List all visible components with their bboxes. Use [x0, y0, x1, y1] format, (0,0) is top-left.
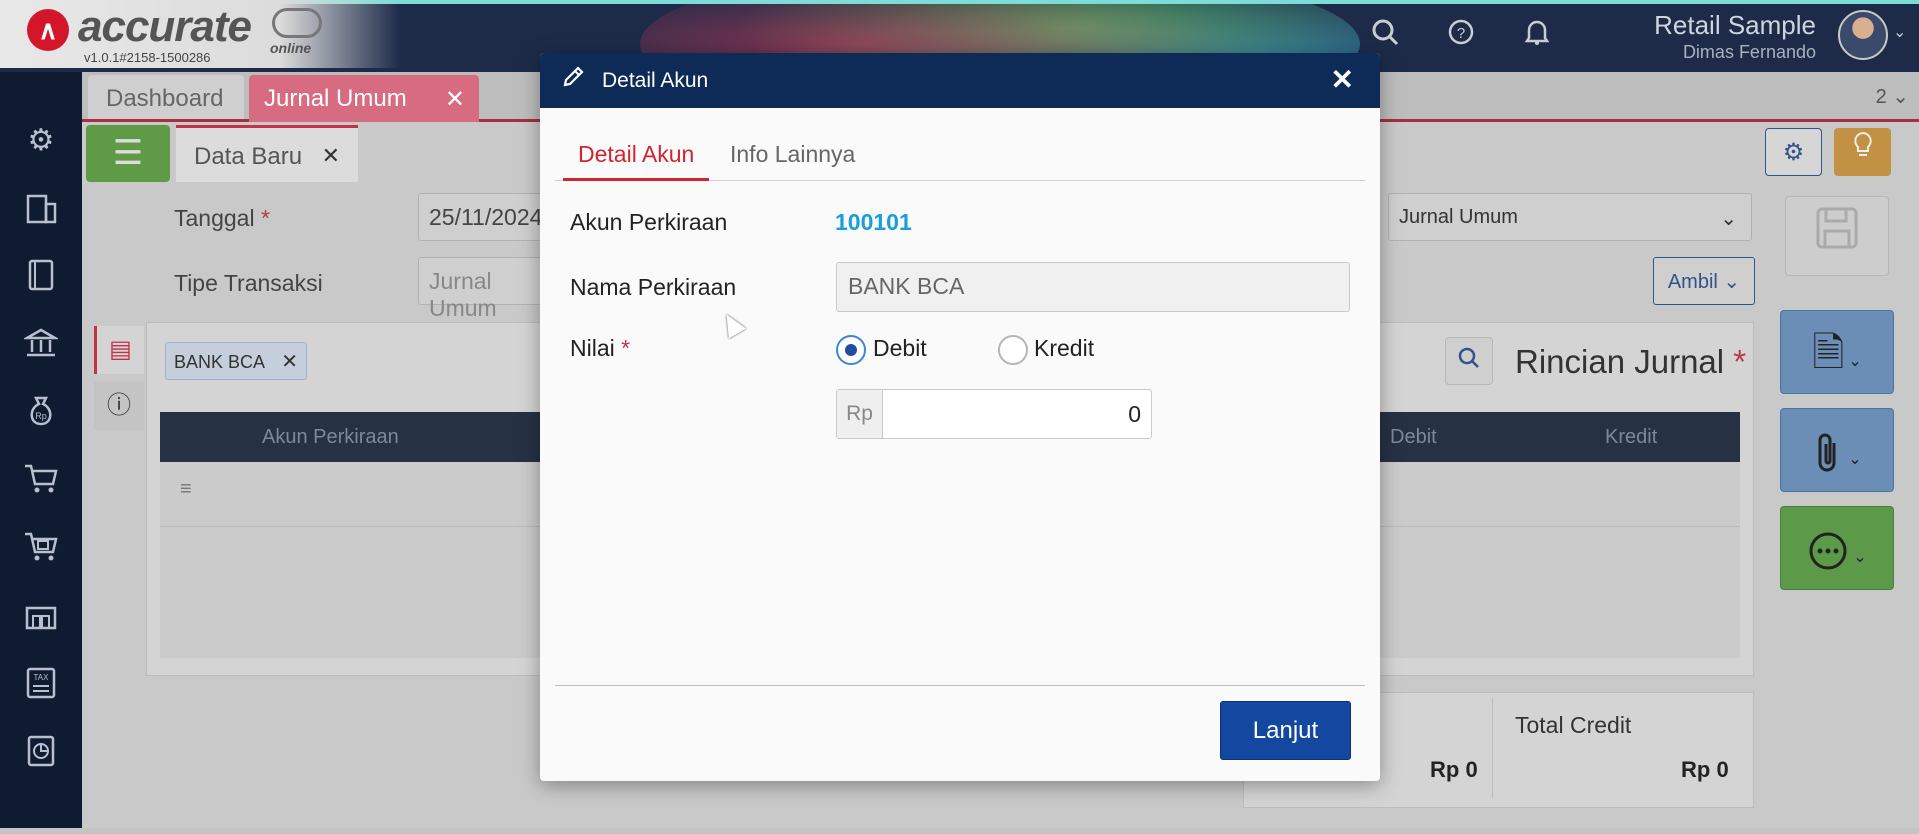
help-icon[interactable]: ? — [1446, 18, 1476, 48]
tax-icon[interactable]: TAX — [20, 666, 62, 708]
close-icon[interactable]: ✕ — [322, 143, 340, 169]
building-icon[interactable] — [20, 190, 62, 232]
book-icon[interactable] — [20, 258, 62, 300]
logo-text: accurate — [78, 2, 252, 51]
company-name[interactable]: Retail Sample — [1654, 10, 1816, 41]
detail-akun-modal: Detail Akun ✕ Detail Akun Info Lainnya A… — [540, 53, 1380, 781]
bell-icon[interactable] — [1522, 18, 1552, 48]
app-version: v1.0.1#2158-1500286 — [84, 50, 211, 65]
kredit-radio-label[interactable]: Kredit — [1034, 335, 1094, 362]
tipe-transaksi-label: Tipe Transaksi — [174, 270, 323, 296]
pencil-icon — [562, 64, 586, 95]
logo-mark-icon: ∧ — [27, 9, 69, 51]
close-icon[interactable]: ✕ — [1331, 63, 1354, 96]
panel-heading: Rincian Jurnal * — [1515, 343, 1747, 380]
subtab-label: Data Baru — [194, 143, 303, 170]
cloud-icon — [272, 8, 322, 38]
lanjut-button[interactable]: Lanjut — [1220, 701, 1351, 760]
list-button[interactable]: ☰ — [86, 125, 170, 182]
document-menu-button[interactable]: 🗎 ⌄ — [1780, 310, 1894, 394]
more-menu-button[interactable]: ⌄ — [1780, 506, 1894, 590]
tipe-transaksi-field[interactable]: Jurnal Umum — [418, 257, 548, 321]
svg-text:TAX: TAX — [34, 673, 50, 682]
tab-dashboard[interactable]: Dashboard — [88, 75, 244, 119]
total-credit-value: Rp 0 — [1681, 757, 1729, 782]
report-icon[interactable] — [20, 734, 62, 776]
info-icon[interactable]: ⓘ — [94, 382, 144, 430]
status-strip — [0, 828, 1919, 834]
logo-subtext: online — [270, 40, 312, 56]
tab-label: Dashboard — [106, 85, 224, 112]
divider — [1492, 698, 1493, 798]
debit-radio-label[interactable]: Debit — [873, 335, 927, 362]
lightbulb-icon[interactable] — [1834, 128, 1891, 176]
akun-perkiraan-label: Akun Perkiraan — [570, 209, 728, 235]
remove-chip-icon[interactable]: ✕ — [281, 349, 298, 374]
svg-text:Rp: Rp — [35, 411, 47, 421]
money-bag-icon[interactable]: Rp — [20, 394, 62, 436]
tab-info-lainnya[interactable]: Info Lainnya — [715, 138, 870, 181]
settings-icon[interactable]: ⚙ — [20, 120, 62, 162]
total-debit-value: Rp 0 — [1430, 757, 1478, 782]
svg-text:?: ? — [1457, 25, 1465, 42]
nama-perkiraan-field[interactable]: BANK BCA — [836, 262, 1350, 312]
column-header[interactable]: Kredit — [1605, 426, 1657, 449]
user-name[interactable]: Dimas Fernando — [1683, 42, 1816, 63]
amount-field[interactable]: Rp 0 — [836, 389, 1152, 439]
save-icon[interactable] — [1785, 196, 1889, 276]
journal-type-select[interactable]: Jurnal Umum ⌄ — [1388, 193, 1752, 241]
currency-prefix: Rp — [837, 390, 883, 438]
close-tab-icon[interactable]: ✕ — [445, 85, 465, 114]
account-chip[interactable]: BANK BCA ✕ — [165, 342, 307, 380]
search-icon[interactable] — [1370, 18, 1400, 48]
nama-perkiraan-label: Nama Perkiraan — [570, 274, 737, 300]
tab-detail-akun[interactable]: Detail Akun — [563, 138, 710, 181]
kredit-radio[interactable] — [998, 335, 1028, 365]
tanggal-field[interactable]: 25/11/2024 — [418, 193, 548, 241]
row-menu-icon[interactable]: ≡ — [180, 478, 192, 501]
column-header[interactable]: Akun Perkiraan — [262, 426, 399, 449]
amount-value[interactable]: 0 — [1128, 401, 1141, 428]
subtab-data-baru[interactable]: Data Baru ✕ — [176, 125, 358, 182]
settings-button[interactable]: ⚙ — [1765, 128, 1822, 176]
sidebar: ⚙ Rp TAX — [0, 72, 82, 834]
search-icon[interactable] — [1445, 337, 1493, 385]
tanggal-label: Tanggal * — [174, 205, 270, 231]
column-header[interactable]: Debit — [1390, 426, 1437, 449]
tab-label: Jurnal Umum — [264, 85, 407, 112]
modal-tabs: Detail Akun Info Lainnya — [555, 128, 1365, 181]
attachment-menu-button[interactable]: ⌄ — [1780, 408, 1894, 492]
modal-header: Detail Akun ✕ — [540, 53, 1380, 108]
cart-icon[interactable] — [20, 462, 62, 504]
debit-radio[interactable] — [836, 335, 866, 365]
tab-jurnal-umum[interactable]: Jurnal Umum ✕ — [249, 75, 479, 122]
modal-title: Detail Akun — [602, 69, 709, 92]
chevron-down-icon: ⌄ — [1720, 208, 1737, 230]
akun-perkiraan-value[interactable]: 100101 — [835, 209, 912, 236]
chevron-down-icon[interactable]: ⌄ — [1893, 22, 1906, 42]
avatar[interactable] — [1838, 10, 1888, 60]
total-credit-label: Total Credit — [1515, 712, 1632, 738]
nilai-label: Nilai * — [570, 335, 631, 361]
purchase-cart-icon[interactable] — [20, 530, 62, 572]
ambil-button[interactable]: Ambil ⌄ — [1653, 257, 1755, 305]
bank-icon[interactable] — [20, 326, 62, 368]
warehouse-icon[interactable] — [20, 598, 62, 640]
divider — [555, 685, 1365, 686]
document-icon[interactable]: ▤ — [94, 326, 144, 374]
logo[interactable]: ∧ accurate online v1.0.1#2158-1500286 — [0, 0, 400, 68]
tab-count[interactable]: 2 ⌄ — [1876, 84, 1909, 109]
